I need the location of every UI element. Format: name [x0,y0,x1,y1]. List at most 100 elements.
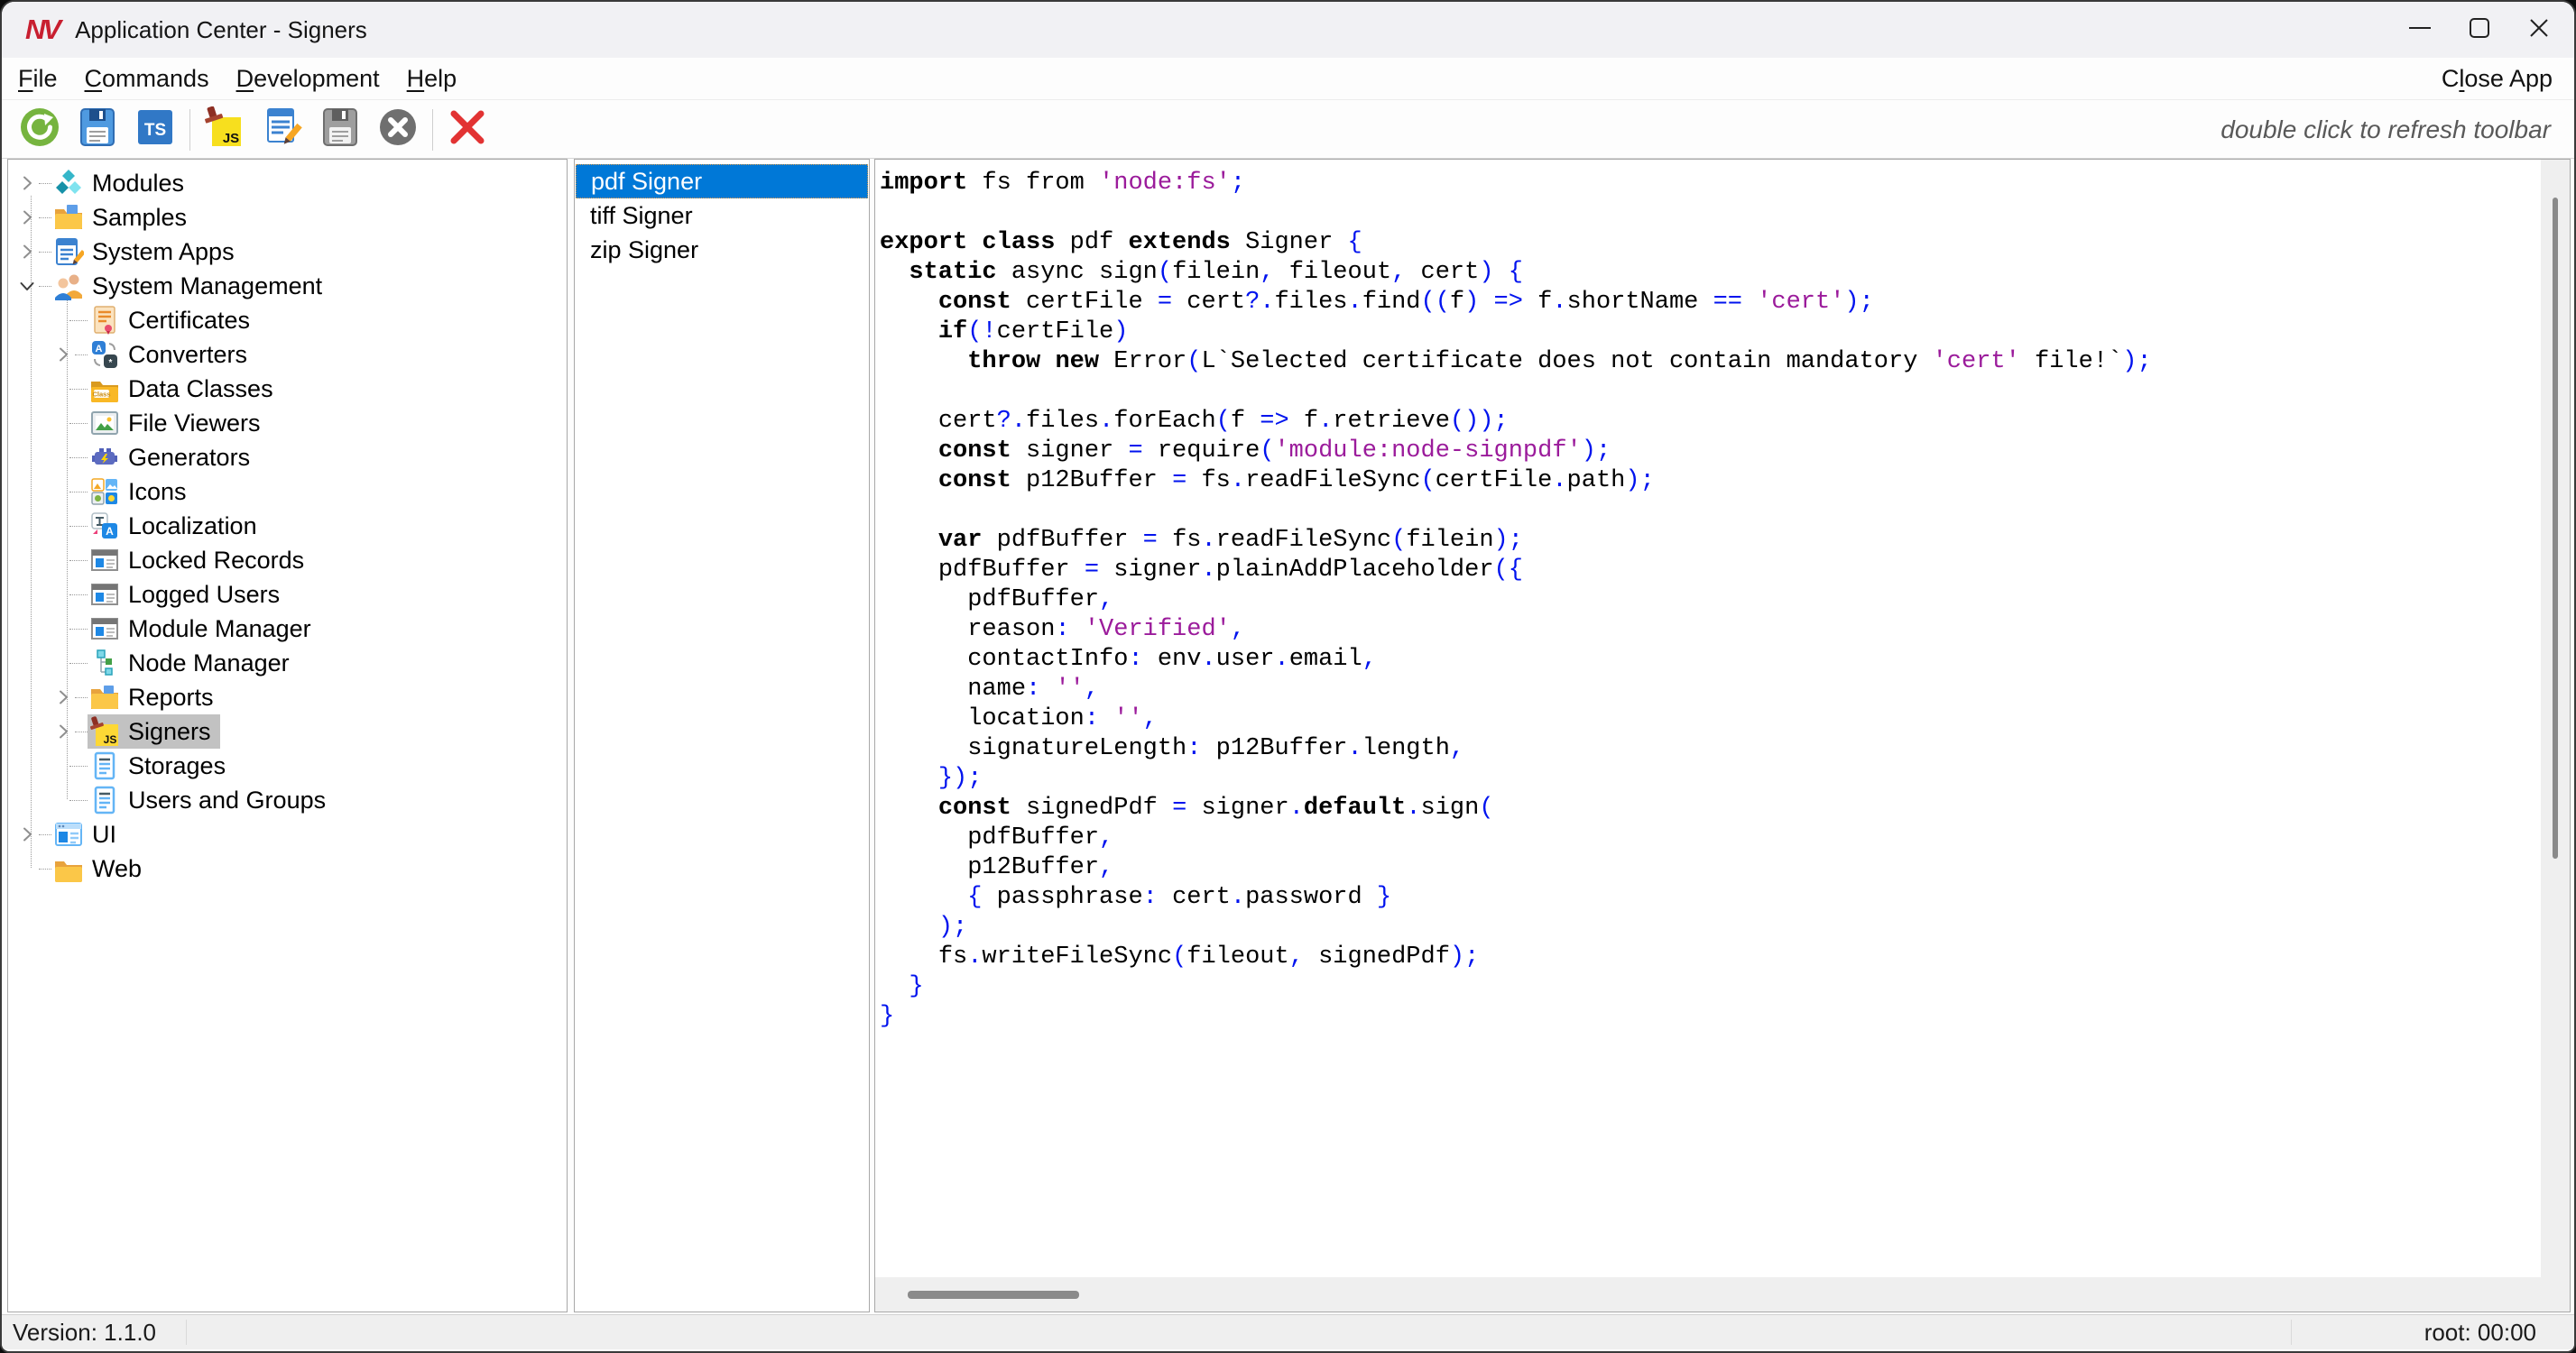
tree-item-converters[interactable]: A*Converters [8,337,567,372]
users-groups-icon [89,785,120,815]
menu-item-close-app[interactable]: Close App [2442,65,2553,93]
logged-users-icon [89,579,120,610]
tree-item-logged-users[interactable]: Logged Users [8,577,567,612]
list-item-zip-signer[interactable]: zip Signer [576,233,868,267]
tree-item-reports[interactable]: Reports [8,680,567,714]
tree-item-localization[interactable]: ALocalization [8,509,567,543]
minimize-button[interactable] [2390,2,2450,58]
list-item-tiff-signer[interactable]: tiff Signer [576,198,868,233]
tree-item-label: Web [92,855,142,883]
js-signer-button[interactable]: JS [202,107,247,152]
session-label: root: 00:00 [2424,1319,2536,1347]
tree-item-content[interactable]: Web [51,851,151,886]
vertical-scrollbar-thumb[interactable] [2553,198,2558,859]
tree-item-content[interactable]: Modules [51,166,193,200]
tree-item-content[interactable]: Generators [88,440,259,474]
chevron-right-icon[interactable] [51,720,75,743]
menu-bar: File Commands Development Help Close App [2,58,2574,100]
tree-item-content[interactable]: Samples [51,200,196,235]
tree-item-modules[interactable]: Modules [8,166,567,200]
tree-item-samples[interactable]: Samples [8,200,567,235]
tree-item-data-classes[interactable]: ClassData Classes [8,372,567,406]
tree-item-content[interactable]: Locked Records [88,543,313,577]
tree-item-file-viewers[interactable]: File Viewers [8,406,567,440]
js-stamp-icon: JS [204,106,245,152]
tree-item-users-and-groups[interactable]: Users and Groups [8,783,567,817]
tree-connector-stub [39,834,51,835]
tree-item-content[interactable]: UI [51,817,125,851]
localization-icon: A [89,511,120,541]
tree-item-generators[interactable]: Generators [8,440,567,474]
tree-item-system-apps[interactable]: System Apps [8,235,567,269]
chevron-right-icon[interactable] [15,823,39,846]
modules-icon [53,168,84,198]
typescript-icon: TS [134,106,176,152]
tree-item-label: Icons [128,478,187,506]
code-line: import fs from 'node:fs'; [880,169,2534,198]
tree-item-ui[interactable]: UI [8,817,567,851]
tree-item-content[interactable]: ALocalization [88,509,266,543]
tree-item-certificates[interactable]: Certificates [8,303,567,337]
tree-item-content[interactable]: JSSigners [88,714,220,749]
tree-item-content[interactable]: File Viewers [88,406,270,440]
tree-item-web[interactable]: Web [8,851,567,886]
tree-item-content[interactable]: Storages [88,749,235,783]
edit-script-button[interactable] [260,107,305,152]
vertical-scrollbar[interactable] [2541,160,2570,1312]
close-button[interactable] [2509,2,2569,58]
chevron-right-icon[interactable] [15,171,39,195]
svg-text:*: * [109,358,113,368]
tree-item-content[interactable]: ClassData Classes [88,372,282,406]
code-editor[interactable]: import fs from 'node:fs'; export class p… [880,169,2534,1272]
tree-item-signers[interactable]: JSSigners [8,714,567,749]
chevron-right-icon[interactable] [51,343,75,366]
tree-item-locked-records[interactable]: Locked Records [8,543,567,577]
horizontal-scrollbar-thumb[interactable] [908,1291,1079,1299]
refresh-icon [19,106,60,152]
menu-item-file[interactable]: File [18,65,58,93]
svg-text:JS: JS [223,131,239,146]
list-item-pdf-signer[interactable]: pdf Signer [576,164,868,198]
menu-item-help[interactable]: Help [407,65,457,93]
save-gray-button[interactable] [318,107,363,152]
chevron-down-icon[interactable] [15,274,39,298]
tree-connector-stub [75,354,88,355]
tree-item-content[interactable]: A*Converters [88,337,256,372]
cancel-button[interactable] [375,107,420,152]
horizontal-scrollbar[interactable] [875,1277,2541,1312]
menu-item-commands[interactable]: Commands [85,65,209,93]
tree-item-content[interactable]: Users and Groups [88,783,335,817]
tree-item-content[interactable]: Node Manager [88,646,299,680]
tree-item-content[interactable]: Logged Users [88,577,289,612]
chevron-right-icon[interactable] [51,686,75,709]
code-line [880,198,2534,228]
tree-item-node-manager[interactable]: Node Manager [8,646,567,680]
maximize-button[interactable] [2450,2,2509,58]
tree-item-content[interactable]: Certificates [88,303,259,337]
tree-item-content[interactable]: System Management [51,269,331,303]
tree-connector-stub [69,457,88,458]
version-label: Version: 1.1.0 [2,1319,156,1347]
code-editor-panel: import fs from 'node:fs'; export class p… [874,159,2571,1312]
tree-item-module-manager[interactable]: Module Manager [8,612,567,646]
tree-item-label: Reports [128,684,214,712]
tree-item-storages[interactable]: Storages [8,749,567,783]
tree-item-content[interactable]: Reports [88,680,223,714]
delete-button[interactable] [445,107,490,152]
code-line: var pdfBuffer = fs.readFileSync(filein); [880,526,2534,556]
icons-icon [89,476,120,507]
code-line: if(!certFile) [880,318,2534,347]
code-line: const signedPdf = signer.default.sign( [880,794,2534,824]
main-area: ModulesSamplesSystem AppsSystem Manageme… [2,159,2574,1314]
tree-item-content[interactable]: Icons [88,474,196,509]
tree-item-system-management[interactable]: System Management [8,269,567,303]
typescript-button[interactable]: TS [133,107,178,152]
menu-item-development[interactable]: Development [236,65,380,93]
tree-item-content[interactable]: System Apps [51,235,244,269]
save-button[interactable] [75,107,120,152]
chevron-right-icon[interactable] [15,240,39,263]
chevron-right-icon[interactable] [15,206,39,229]
tree-item-content[interactable]: Module Manager [88,612,320,646]
tree-item-icons[interactable]: Icons [8,474,567,509]
refresh-button[interactable] [17,107,62,152]
